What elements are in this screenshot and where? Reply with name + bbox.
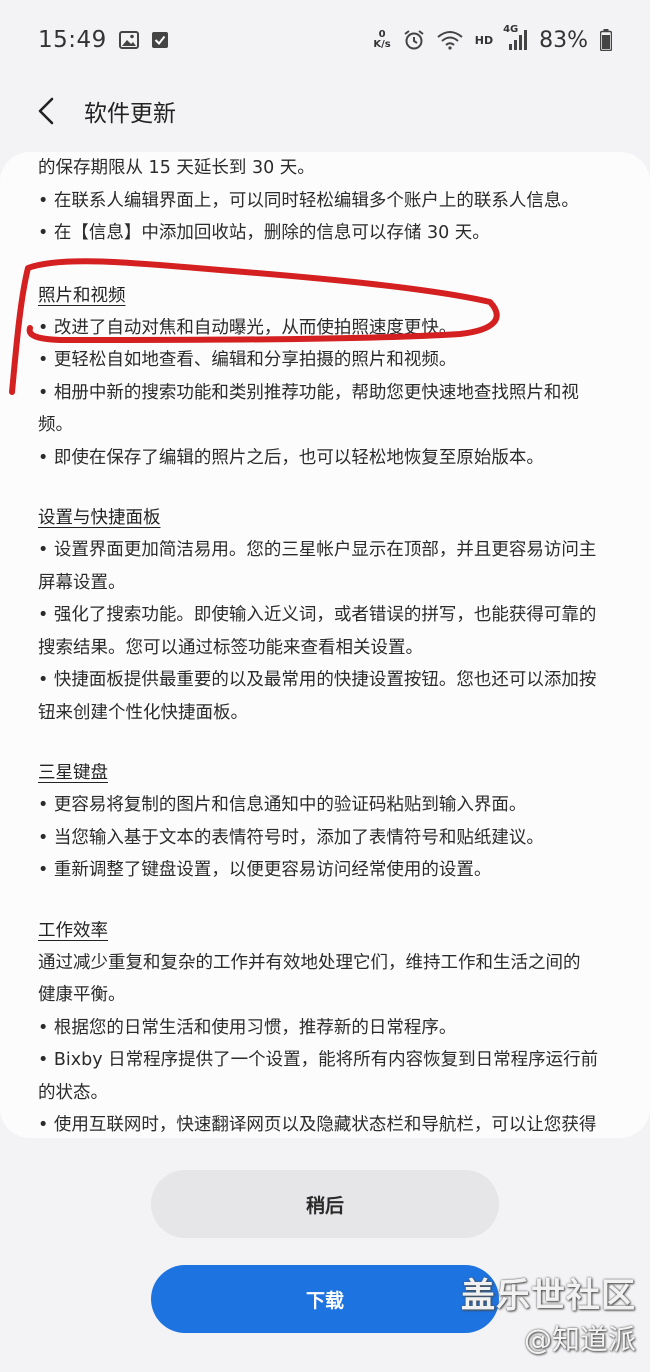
text-line: 搜索结果。您可以通过标签功能来查看相关设置。: [38, 637, 423, 658]
text-line: • 重新调整了键盘设置，以便更容易访问经常使用的设置。: [38, 860, 492, 880]
section-title: 工作效率: [38, 920, 108, 941]
text-line: 的保存期限从 15 天延长到 30 天。: [38, 158, 315, 178]
network-type: 4G: [503, 24, 519, 35]
status-left: 15:49: [38, 27, 169, 53]
text-line: • 使用互联网时，快速翻译网页以及隐藏状态栏和导航栏，可以让您获得: [38, 1115, 597, 1135]
text-line: • 根据您的日常生活和使用习惯，推荐新的日常程序。: [38, 1017, 457, 1038]
section-productivity: 工作效率 通过减少重复和复杂的工作并有效地处理它们，维持工作和生活之间的 健康平…: [38, 915, 612, 1139]
page-title: 软件更新: [84, 101, 176, 127]
text-line: • 强化了搜索功能。即使输入近义词，或者错误的拼写，也能获得可靠的: [38, 605, 597, 625]
text-line: • 在联系人编辑界面上，可以同时轻松编辑多个账户上的联系人信息。: [38, 190, 579, 211]
back-button[interactable]: [18, 83, 74, 139]
watermark-community: 盖乐世社区: [461, 1276, 636, 1316]
back-arrow-icon: [38, 97, 54, 125]
intro-section: 的保存期限从 15 天延长到 30 天。 • 在联系人编辑界面上，可以同时轻松编…: [38, 152, 612, 250]
text-line: 健康平衡。: [38, 985, 126, 1005]
net-speed-indicator: 0 K/s: [373, 30, 390, 50]
section-photos-videos: 照片和视频 • 改进了自动对焦和自动曝光，从而使拍照速度更快。 • 更轻松自如地…: [38, 280, 612, 475]
update-notes: 的保存期限从 15 天延长到 30 天。 • 在联系人编辑界面上，可以同时轻松编…: [0, 152, 650, 1138]
watermark-author: @知道派: [523, 1323, 636, 1356]
net-speed-unit: K/s: [373, 39, 391, 50]
signal-icon: 4G: [503, 24, 528, 50]
text-line: • Bixby 日常程序提供了一个设置，能将所有内容恢复到日常程序运行前: [38, 1050, 599, 1070]
text-line: • 设置界面更加简洁易用。您的三星帐户显示在顶部，并且更容易访问主: [38, 540, 597, 560]
text-line: • 即使在保存了编辑的照片之后，也可以轻松地恢复至原始版本。: [38, 447, 544, 468]
gallery-icon: [118, 31, 139, 49]
text-line: • 改进了自动对焦和自动曝光，从而使拍照速度更快。: [38, 317, 457, 338]
section-title: 三星键盘: [38, 763, 108, 783]
section-samsung-keyboard: 三星键盘 • 更容易将复制的图片和信息通知中的验证码粘贴到输入界面。 • 当您输…: [38, 757, 612, 887]
text-line: 通过减少重复和复杂的工作并有效地处理它们，维持工作和生活之间的: [38, 952, 581, 973]
text-line: • 当您输入基于文本的表情符号时，添加了表情符号和贴纸建议。: [38, 827, 544, 848]
wifi-icon: [437, 30, 463, 50]
hd-indicator: HD: [474, 33, 494, 47]
section-title: 设置与快捷面板: [38, 508, 161, 528]
later-button[interactable]: 稍后: [151, 1170, 499, 1238]
section-title: 照片和视频: [38, 285, 126, 306]
checkbox-icon: [151, 31, 169, 49]
text-line: • 相册中新的搜索功能和类别推荐功能，帮助您更快速地查找照片和视: [38, 382, 579, 403]
text-line: • 更轻松自如地查看、编辑和分享拍摄的照片和视频。: [38, 350, 457, 370]
section-settings-quick-panel: 设置与快捷面板 • 设置界面更加简洁易用。您的三星帐户显示在顶部，并且更容易访问…: [38, 502, 612, 729]
status-right: 0 K/s HD 4G 83%: [373, 24, 612, 53]
status-time: 15:49: [38, 27, 107, 53]
app-bar: 软件更新: [0, 80, 650, 142]
text-line: 的状态。: [38, 1082, 108, 1103]
text-line: 频。: [38, 415, 73, 435]
text-line: 钮来创建个性化快捷面板。: [38, 702, 248, 723]
text-line: 屏幕设置。: [38, 572, 126, 593]
alarm-icon: [403, 29, 425, 51]
text-line: • 在【信息】中添加回收站，删除的信息可以存储 30 天。: [38, 223, 490, 243]
text-line: • 更容易将复制的图片和信息通知中的验证码粘贴到输入界面。: [38, 795, 527, 815]
download-button[interactable]: 下载: [151, 1265, 499, 1333]
battery-percent: 83%: [539, 27, 588, 53]
battery-icon: [600, 29, 612, 51]
text-line: • 快捷面板提供最重要的以及最常用的快捷设置按钮。您也还可以添加按: [38, 670, 597, 690]
update-notes-card[interactable]: 的保存期限从 15 天延长到 30 天。 • 在联系人编辑界面上，可以同时轻松编…: [0, 152, 650, 1138]
status-bar: 15:49 0 K/s HD 4G 83%: [0, 0, 650, 80]
